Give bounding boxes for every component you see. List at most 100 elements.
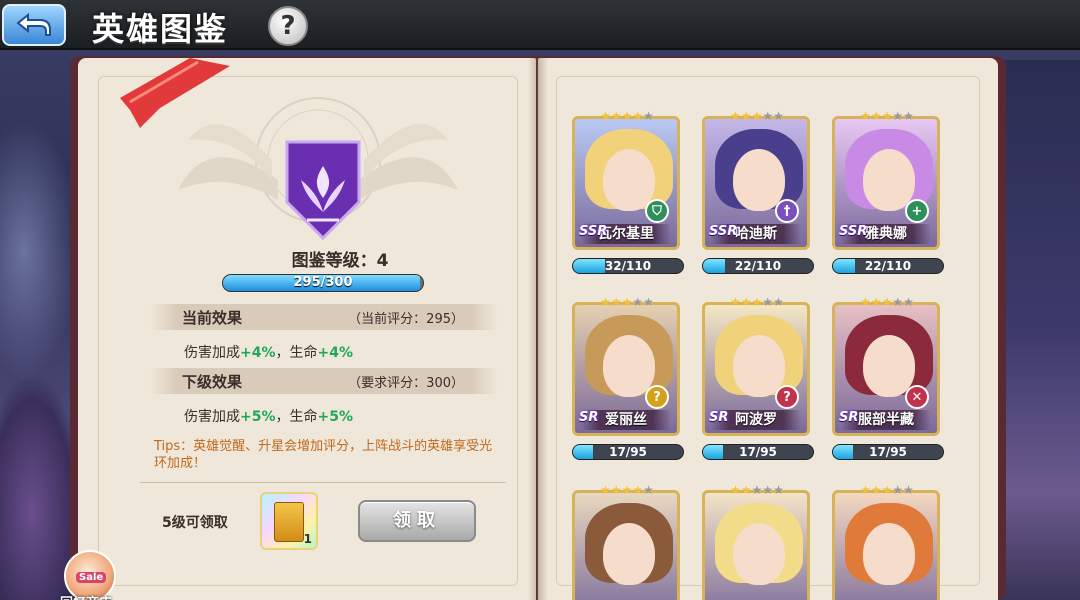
cross-icon: +	[905, 199, 929, 223]
hero-face	[603, 149, 655, 211]
claim-requirement: 5级可领取	[162, 515, 228, 531]
hero-face	[603, 335, 655, 397]
hero-portrait: SSR † 哈迪斯	[702, 116, 810, 250]
hero-card[interactable]: ★ ★ ★ ★ ★ SSR + 雅典娜 22/110	[832, 110, 944, 274]
current-effect-band: 当前效果 （当前评分：295）	[150, 304, 498, 330]
hero-card[interactable]: ★ ★ ★ ★ ★ SR? 爱丽丝 17/95	[572, 296, 684, 460]
hero-rank-badge: SSR	[579, 224, 608, 239]
hero-card[interactable]: ★ ★ ★ ★ ★	[832, 484, 940, 600]
required-score: （要求评分：300）	[348, 376, 464, 391]
back-button[interactable]	[2, 4, 66, 46]
question-icon: ?	[645, 385, 669, 409]
hero-card[interactable]: ★ ★ ★ ★ ★ SSR ⛉ 瓦尔基里 32/110	[572, 110, 684, 274]
star-icon: ★	[870, 295, 882, 309]
help-icon: ?	[280, 11, 296, 41]
hero-card[interactable]: ★ ★ ★ ★ ★	[572, 484, 680, 600]
hero-face	[863, 335, 915, 397]
next-effect-text: 伤害加成+5%，生命+5%	[184, 409, 353, 425]
album-emblem-icon	[285, 140, 361, 240]
star-icon: ★	[860, 295, 871, 309]
star-icon: ★	[773, 483, 784, 497]
crossed-swords-icon: ✕	[905, 385, 929, 409]
hero-stars: ★ ★ ★ ★ ★	[854, 484, 920, 496]
star-icon: ★	[643, 295, 654, 309]
hero-progress-bar: 17/95	[702, 444, 814, 460]
hero-face	[603, 523, 655, 585]
star-icon: ★	[881, 483, 893, 497]
hero-face	[733, 523, 785, 585]
hero-rank-badge: SR	[579, 410, 599, 425]
help-button[interactable]: ?	[268, 6, 308, 46]
hero-stars: ★ ★ ★ ★ ★	[724, 484, 790, 496]
star-icon: ★	[762, 109, 774, 123]
star-icon: ★	[892, 109, 904, 123]
star-icon: ★	[621, 295, 633, 309]
star-icon: ★	[762, 483, 774, 497]
hero-progress-bar: 22/110	[702, 258, 814, 274]
hero-portrait: SR? 爱丽丝	[572, 302, 680, 436]
next-effect-heading: 下级效果	[182, 373, 243, 391]
hero-progress-bar: 17/95	[572, 444, 684, 460]
next-effect-band: 下级效果 （要求评分：300）	[150, 368, 498, 394]
hero-stars: ★ ★ ★ ★ ★	[724, 110, 790, 122]
reward-quantity: 1	[303, 532, 312, 546]
hero-face	[733, 149, 785, 211]
hero-progress-text: 17/95	[739, 445, 777, 459]
memory-shop-button[interactable]: Sale 回忆商店	[58, 546, 124, 600]
top-bar: 英雄图鉴 ?	[0, 0, 1080, 50]
hero-portrait: SSR + 雅典娜	[832, 116, 940, 250]
hero-stars: ★ ★ ★ ★ ★	[724, 296, 790, 308]
star-icon: ★	[632, 483, 644, 497]
hero-portrait: SR ✕ 服部半藏	[832, 302, 940, 436]
star-icon: ★	[643, 109, 654, 123]
star-icon: ★	[751, 109, 763, 123]
star-icon: ★	[773, 295, 784, 309]
hero-progress-text: 17/95	[609, 445, 647, 459]
reward-card-icon	[274, 502, 304, 542]
star-icon: ★	[892, 295, 904, 309]
star-icon: ★	[740, 109, 752, 123]
hero-card[interactable]: ★ ★ ★ ★ ★ SR ✕ 服部半藏 17/95	[832, 295, 944, 460]
hero-card[interactable]: ★ ★ ★ ★ ★ SSR † 哈迪斯 22/110	[702, 110, 814, 274]
star-icon: ★	[903, 295, 914, 309]
star-icon: ★	[730, 109, 741, 123]
hero-stars: ★ ★ ★ ★ ★	[854, 110, 920, 122]
album-progress-bar: 295/300	[222, 274, 424, 292]
star-icon: ★	[600, 295, 611, 309]
hero-portrait: SSR ⛉ 瓦尔基里	[572, 116, 680, 250]
hero-progress-text: 17/95	[869, 445, 907, 459]
current-score: （当前评分：295）	[348, 312, 464, 327]
hero-progress-text: 22/110	[864, 259, 912, 273]
divider	[140, 482, 506, 483]
star-icon: ★	[730, 483, 741, 497]
star-icon: ★	[610, 483, 622, 497]
star-icon: ★	[870, 483, 882, 497]
sale-badge: Sale	[76, 572, 107, 583]
tips-text: Tips：英雄觉醒、升星会增加评分，上阵战斗的英雄享受光环加成！	[154, 439, 493, 471]
star-icon: ★	[903, 109, 914, 123]
hero-stars: ★ ★ ★ ★ ★	[594, 110, 660, 122]
star-icon: ★	[892, 483, 904, 497]
claim-button[interactable]: 领取	[358, 500, 476, 542]
hero-card[interactable]: ★ ★ ★ ★ ★	[702, 484, 810, 600]
star-icon: ★	[740, 483, 752, 497]
background-right-scenery	[1000, 60, 1080, 600]
shield-icon: ⛉	[645, 199, 669, 223]
hero-stars: ★ ★ ★ ★ ★	[594, 484, 660, 496]
hero-progress-bar: 32/110	[572, 258, 684, 274]
star-icon: ★	[600, 483, 611, 497]
star-icon: ★	[632, 295, 644, 309]
hero-card[interactable]: ★ ★ ★ ★ ★ SR? 阿波罗 17/95	[702, 296, 814, 460]
hero-portrait	[832, 490, 940, 600]
hero-rank-badge: SR	[839, 410, 859, 425]
hero-progress-text: 22/110	[734, 259, 782, 273]
reward-item[interactable]: 1	[260, 492, 318, 550]
hero-face	[863, 149, 915, 211]
hero-stars: ★ ★ ★ ★ ★	[594, 296, 660, 308]
background-glow	[0, 120, 80, 380]
album-progress-text: 295/300	[293, 275, 353, 290]
star-icon: ★	[632, 109, 644, 123]
hero-progress-text: 32/110	[604, 259, 652, 273]
star-icon: ★	[621, 483, 633, 497]
current-effect-text: 伤害加成+4%，生命+4%	[184, 345, 353, 361]
